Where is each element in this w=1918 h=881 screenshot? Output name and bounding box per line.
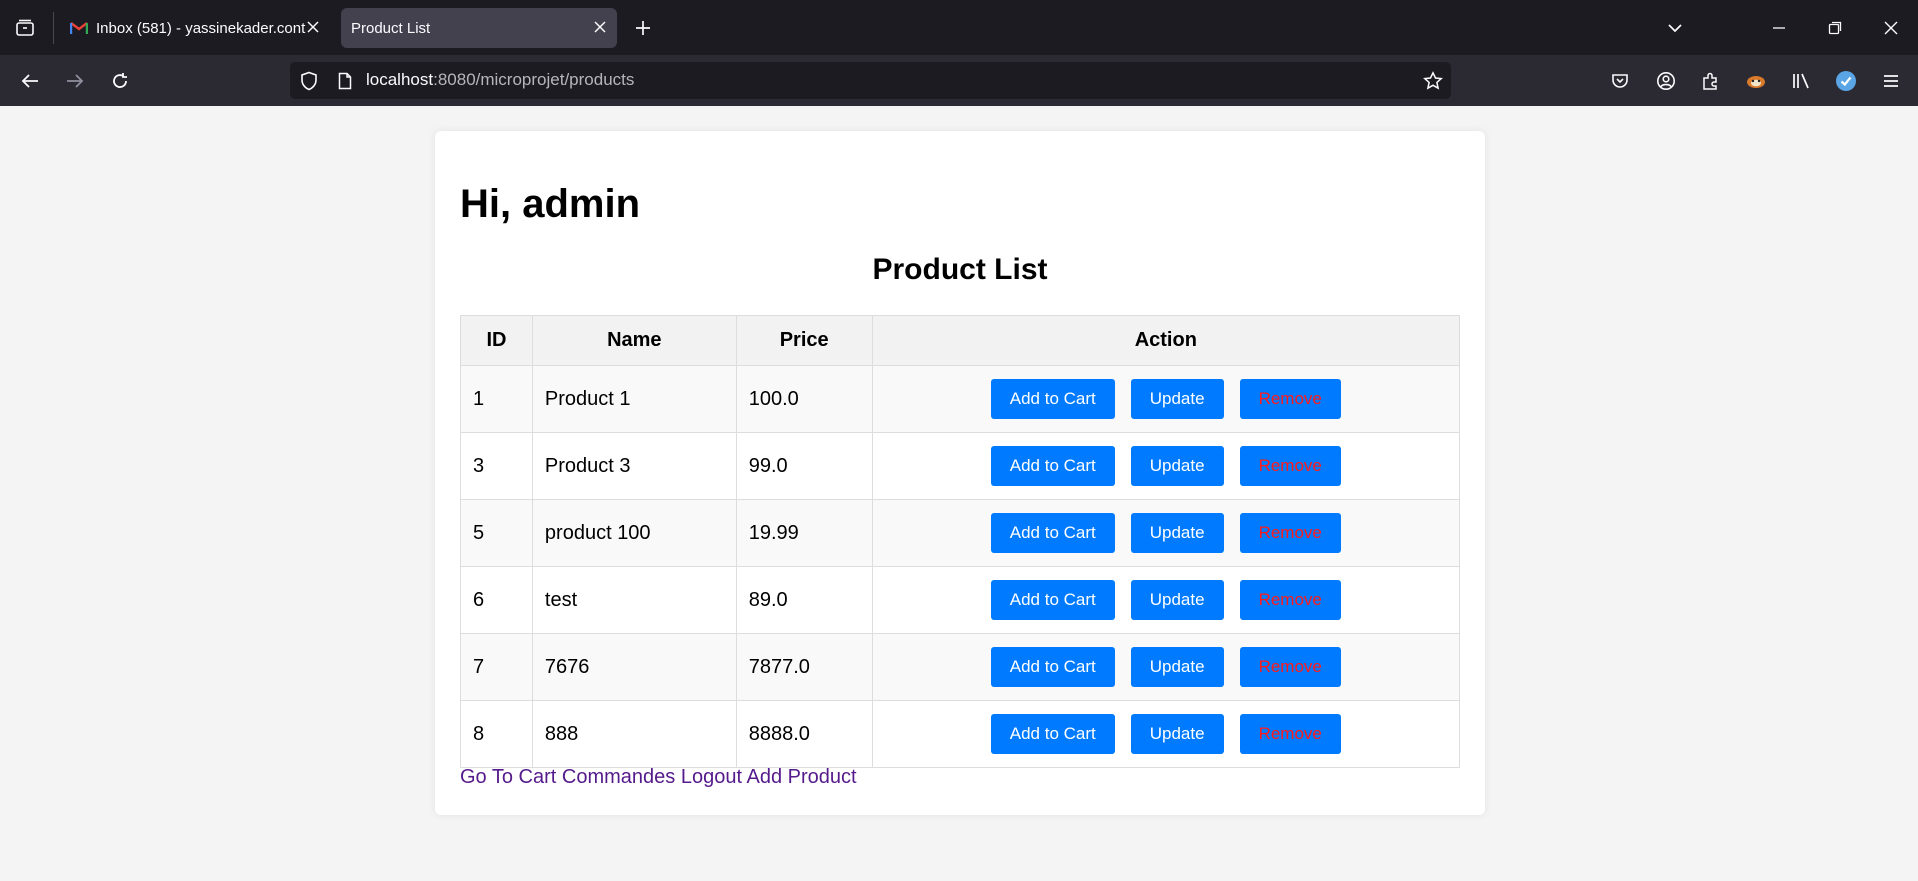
header-price: Price [735,315,873,366]
cell-name: 888 [531,700,737,768]
cell-actions: Add to Cart Update Remove [871,633,1461,701]
cell-price: 99.0 [735,432,873,500]
extensions-icon[interactable] [1698,68,1724,94]
cell-id: 3 [460,432,533,500]
close-tab-icon[interactable] [593,20,607,34]
greeting-heading: Hi, admin [460,182,641,226]
tab-product-list[interactable]: Product List [341,8,617,48]
tab-title: Inbox (581) - yassinekader.conta [96,19,306,37]
shield-icon[interactable] [296,68,322,94]
remove-button[interactable]: Remove [1239,446,1341,486]
table-row: 8 888 8888.0 Add to Cart Update Remove [460,700,1461,768]
close-tab-icon[interactable] [306,20,320,34]
bookmark-star-icon[interactable] [1420,68,1446,94]
update-button[interactable]: Update [1130,379,1224,419]
library-icon[interactable] [1788,68,1814,94]
remove-button[interactable]: Remove [1239,513,1341,553]
cell-id: 5 [460,499,533,567]
page-title: Product List [872,253,1048,286]
forward-icon[interactable] [62,68,88,94]
extension-fox-icon[interactable] [1743,68,1769,94]
cell-actions: Add to Cart Update Remove [871,365,1461,433]
remove-button[interactable]: Remove [1239,580,1341,620]
go-to-cart-link[interactable]: Go To Cart [460,766,556,788]
remove-button[interactable]: Remove [1239,379,1341,419]
table-row: 7 7676 7877.0 Add to Cart Update Remove [460,633,1461,701]
url-host: localhost [366,70,434,89]
add-to-cart-button[interactable]: Add to Cart [990,446,1115,486]
tab-title: Product List [351,19,431,37]
account-icon[interactable] [1653,68,1679,94]
header-name: Name [531,315,737,366]
url-path: :8080/microprojet/products [433,70,635,89]
list-all-tabs-icon[interactable] [1662,15,1688,41]
page-icon[interactable] [332,68,358,94]
table-row: 3 Product 3 99.0 Add to Cart Update Remove [460,432,1461,500]
url-text[interactable]: localhost:8080/microprojet/products [366,70,634,90]
cell-price: 8888.0 [735,700,873,768]
cell-id: 6 [460,566,533,634]
cell-actions: Add to Cart Update Remove [871,700,1461,768]
close-window-icon[interactable] [1878,15,1904,41]
cell-actions: Add to Cart Update Remove [871,499,1461,567]
cell-price: 7877.0 [735,633,873,701]
add-to-cart-button[interactable]: Add to Cart [990,513,1115,553]
cell-price: 89.0 [735,566,873,634]
cell-price: 19.99 [735,499,873,567]
table-header-row: ID Name Price Action [460,315,1461,366]
table-row: 6 test 89.0 Add to Cart Update Remove [460,566,1461,634]
add-to-cart-button[interactable]: Add to Cart [990,580,1115,620]
add-to-cart-button[interactable]: Add to Cart [990,647,1115,687]
remove-button[interactable]: Remove [1239,647,1341,687]
cell-price: 100.0 [735,365,873,433]
cell-id: 7 [460,633,533,701]
minimize-icon[interactable] [1766,15,1792,41]
restore-icon[interactable] [1822,15,1848,41]
commandes-link[interactable]: Commandes [562,766,675,788]
reload-icon[interactable] [107,68,133,94]
header-id: ID [460,315,533,366]
extension-check-icon[interactable] [1833,68,1859,94]
tab-separator [53,12,54,44]
cell-name: Product 1 [531,365,737,433]
tab-overview-icon[interactable] [12,15,38,41]
cell-name: 7676 [531,633,737,701]
update-button[interactable]: Update [1130,446,1224,486]
pocket-icon[interactable] [1607,68,1633,94]
update-button[interactable]: Update [1130,580,1224,620]
back-icon[interactable] [17,68,43,94]
cell-id: 8 [460,700,533,768]
cell-actions: Add to Cart Update Remove [871,566,1461,634]
menu-icon[interactable] [1878,68,1904,94]
gmail-icon [70,21,88,35]
cell-actions: Add to Cart Update Remove [871,432,1461,500]
cell-name: test [531,566,737,634]
add-to-cart-button[interactable]: Add to Cart [990,714,1115,754]
update-button[interactable]: Update [1130,714,1224,754]
update-button[interactable]: Update [1130,647,1224,687]
new-tab-icon[interactable] [630,15,656,41]
table-row: 1 Product 1 100.0 Add to Cart Update Remov… [460,365,1461,433]
cell-id: 1 [460,365,533,433]
table-row: 5 product 100 19.99 Add to Cart Update Rem… [460,499,1461,567]
add-product-link[interactable]: Add Product [746,766,856,788]
cell-name: Product 3 [531,432,737,500]
update-button[interactable]: Update [1130,513,1224,553]
cell-name: product 100 [531,499,737,567]
tab-inbox[interactable]: Inbox (581) - yassinekader.conta [60,8,330,48]
logout-link[interactable]: Logout [681,766,742,788]
remove-button[interactable]: Remove [1239,714,1341,754]
add-to-cart-button[interactable]: Add to Cart [990,379,1115,419]
header-action: Action [871,315,1461,366]
footer-links: Go To Cart Commandes Logout Add Product [460,766,857,789]
products-table: ID Name Price Action 1 Product 1 100.0 A… [460,315,1461,768]
